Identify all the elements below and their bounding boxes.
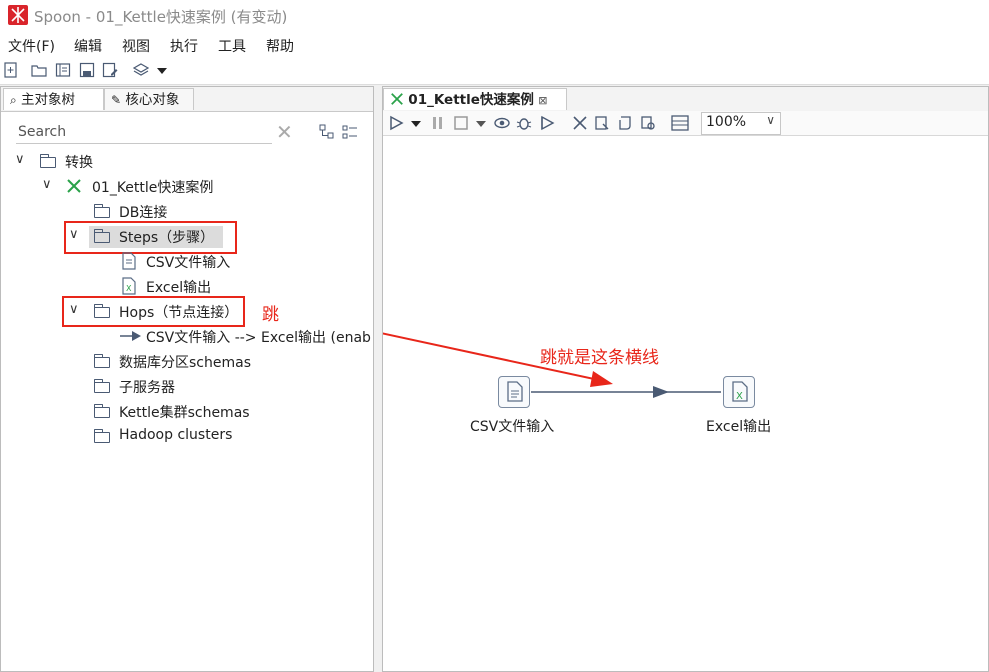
- tree-node-step-excel[interactable]: Excel输出: [146, 277, 211, 297]
- close-tab-icon[interactable]: ⊠: [538, 94, 547, 107]
- run-icon[interactable]: [388, 115, 404, 131]
- explore-repo-icon[interactable]: [55, 62, 71, 78]
- annotation-hop-note: 跳就是这条横线: [540, 348, 659, 368]
- excel-output-icon: X: [122, 277, 136, 295]
- annotation-box-hops: [62, 296, 245, 327]
- sql-icon[interactable]: [617, 115, 633, 131]
- expand-tree-icon[interactable]: [319, 124, 335, 140]
- editor-tab[interactable]: 01_Kettle快速案例 ⊠: [383, 88, 567, 110]
- tree-node-cluster-schemas[interactable]: Kettle集群schemas: [119, 402, 250, 422]
- tab-core-objects-label: 核心对象: [125, 92, 180, 108]
- annotation-hop-char: 跳: [262, 305, 279, 325]
- folder-icon: [39, 154, 56, 168]
- tree-node-step-csv[interactable]: CSV文件输入: [146, 252, 230, 272]
- menu-help[interactable]: 帮助: [266, 36, 294, 56]
- pencil-icon: ✎: [111, 93, 122, 107]
- csv-input-icon: [122, 252, 136, 270]
- transformation-icon: [67, 179, 81, 193]
- save-as-icon[interactable]: [102, 62, 118, 78]
- menu-view[interactable]: 视图: [122, 36, 150, 56]
- folder-icon: [93, 404, 110, 418]
- zoom-select[interactable]: 100% ∨: [701, 112, 781, 135]
- chevron-down-icon: ∨: [766, 113, 775, 127]
- menu-tools[interactable]: 工具: [218, 36, 246, 56]
- hop-arrow-icon: [120, 331, 141, 341]
- transformation-icon: [391, 93, 403, 105]
- tab-main-tree[interactable]: ⌕ 主对象树: [3, 88, 104, 110]
- new-file-icon[interactable]: [3, 62, 19, 78]
- menu-run[interactable]: 执行: [170, 36, 198, 56]
- chevron-down-icon[interactable]: ∨: [15, 152, 25, 167]
- show-results-icon[interactable]: [671, 115, 689, 131]
- window-title: Spoon - 01_Kettle快速案例 (有变动): [34, 8, 288, 26]
- svg-text:X: X: [736, 391, 743, 402]
- explore-db-icon[interactable]: [640, 115, 656, 131]
- impact-icon[interactable]: [594, 115, 610, 131]
- open-folder-icon[interactable]: [31, 62, 47, 78]
- tab-core-objects[interactable]: ✎ 核心对象: [104, 88, 194, 110]
- excel-file-icon: X: [732, 381, 748, 402]
- svg-text:X: X: [126, 284, 132, 293]
- replay-icon[interactable]: [539, 115, 555, 131]
- search-input[interactable]: [16, 120, 272, 144]
- pause-icon[interactable]: [430, 115, 446, 131]
- tree-node-hop-item[interactable]: CSV文件输入 --> Excel输出 (enab: [146, 327, 372, 347]
- folder-icon: [93, 379, 110, 393]
- spoon-app-icon: [8, 5, 28, 25]
- zoom-value: 100%: [706, 114, 747, 130]
- layers-dropdown-icon[interactable]: [154, 62, 170, 78]
- step-csv-label: CSV文件输入: [470, 419, 555, 435]
- annotation-arrowhead: [590, 371, 613, 387]
- layers-icon[interactable]: [133, 62, 149, 78]
- menu-edit[interactable]: 编辑: [74, 36, 102, 56]
- folder-icon: [93, 429, 110, 443]
- tree-search-icon: ⌕: [10, 93, 17, 107]
- csv-file-icon: [507, 381, 523, 402]
- menu-file[interactable]: 文件(F): [8, 36, 55, 56]
- annotation-box-steps: [64, 221, 237, 254]
- tree-node-transform[interactable]: 转换: [65, 152, 93, 172]
- verify-icon[interactable]: [572, 115, 588, 131]
- stop-icon[interactable]: [453, 115, 469, 131]
- save-icon[interactable]: [79, 62, 95, 78]
- collapse-tree-icon[interactable]: [342, 124, 358, 140]
- editor-tab-label: 01_Kettle快速案例: [408, 92, 534, 108]
- transformation-canvas[interactable]: [383, 136, 988, 671]
- folder-icon: [93, 354, 110, 368]
- left-panel: [0, 86, 374, 672]
- tree-node-db-connections[interactable]: DB连接: [119, 202, 167, 222]
- hop-arrowhead: [653, 386, 669, 398]
- tree-node-slave-servers[interactable]: 子服务器: [119, 377, 175, 397]
- tab-main-tree-label: 主对象树: [21, 92, 76, 108]
- tree-node-partition-schemas[interactable]: 数据库分区schemas: [119, 352, 251, 372]
- run-dropdown-icon[interactable]: [410, 115, 422, 131]
- preview-eye-icon[interactable]: [494, 115, 510, 131]
- debug-bug-icon[interactable]: [516, 115, 532, 131]
- stop-dropdown-icon[interactable]: [475, 115, 487, 131]
- chevron-down-icon[interactable]: ∨: [42, 177, 52, 192]
- clear-search-icon[interactable]: ✕: [276, 120, 293, 144]
- step-excel-label: Excel输出: [706, 419, 772, 435]
- tree-node-hadoop-clusters[interactable]: Hadoop clusters: [119, 427, 232, 443]
- step-csv-input[interactable]: [498, 376, 530, 408]
- tree-node-trans-name[interactable]: 01_Kettle快速案例: [92, 177, 213, 197]
- step-excel-output[interactable]: X: [723, 376, 755, 408]
- folder-icon: [93, 204, 110, 218]
